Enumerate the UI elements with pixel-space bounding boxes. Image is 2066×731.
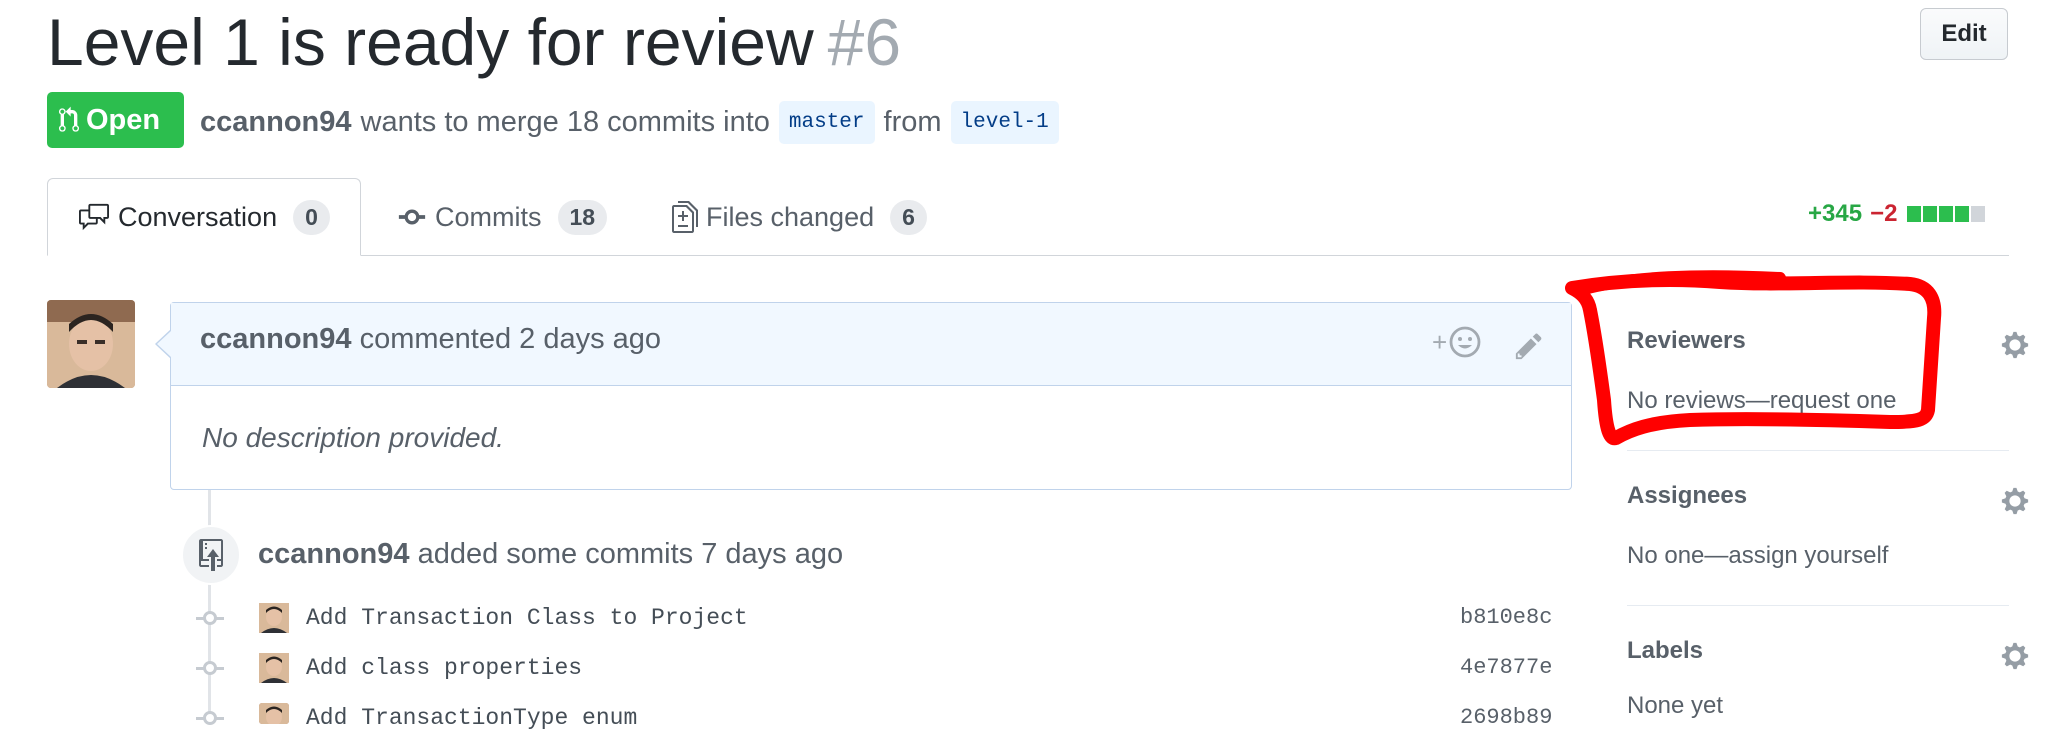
smiley-icon — [1449, 326, 1481, 358]
assignees-value[interactable]: No one—assign yourself — [1627, 542, 1888, 570]
sidebar-divider — [1627, 450, 2009, 451]
labels-value: None yet — [1627, 692, 1724, 719]
annotation-scribble — [1565, 270, 1942, 446]
reaction-plus: + — [1432, 326, 1448, 357]
reviewers-gear[interactable] — [2000, 330, 2030, 365]
base-branch[interactable]: master — [778, 100, 875, 144]
tab-commits[interactable]: Commits 18 — [397, 178, 608, 256]
pr-number: #6 — [827, 5, 902, 79]
git-pull-request-icon — [59, 106, 79, 132]
commit-avatar[interactable] — [259, 653, 289, 683]
commit-avatar-photo — [259, 703, 289, 724]
commit-message[interactable]: Add TransactionType enum — [306, 705, 637, 731]
pr-title-text: Level 1 is ready for review — [47, 5, 814, 79]
commit-sha[interactable]: b810e8c — [1460, 605, 1552, 630]
commit-message[interactable]: Add class properties — [306, 655, 582, 681]
diffstat-deletions: −2 — [1870, 200, 1898, 227]
user-photo — [47, 300, 135, 388]
sidebar-divider — [1627, 605, 2009, 606]
commit-sha[interactable]: 2698b89 — [1460, 705, 1552, 730]
assignees-gear[interactable] — [2000, 486, 2030, 521]
comment-body: No description provided. — [202, 422, 504, 453]
diffstat-block — [1907, 206, 1922, 222]
add-reaction-button[interactable]: + — [1432, 326, 1481, 358]
comment-header-text: ccannon94 commented 2 days ago — [200, 323, 661, 356]
commit-message[interactable]: Add Transaction Class to Project — [306, 605, 748, 631]
edit-comment-button[interactable] — [1514, 331, 1544, 366]
gear-icon — [2001, 331, 2029, 359]
pencil-icon — [1515, 333, 1542, 360]
diffstat: +345 −2 — [1808, 200, 1987, 228]
commit-dot — [203, 711, 217, 725]
status-badge: Open — [47, 92, 184, 148]
commit-dot — [203, 611, 217, 625]
merge-text: wants to merge 18 commits into — [360, 105, 770, 138]
tab-commits-label: Commits — [435, 201, 542, 232]
commit-avatar[interactable] — [259, 703, 289, 724]
push-badge — [181, 525, 241, 585]
push-action: added some commits 7 days ago — [417, 538, 844, 570]
avatar[interactable] — [47, 300, 135, 388]
author-link[interactable]: ccannon94 — [200, 106, 352, 139]
git-commit-icon — [398, 209, 426, 225]
diffstat-additions: +345 — [1808, 200, 1863, 227]
labels-gear[interactable] — [2000, 641, 2030, 676]
assignees-title[interactable]: Assignees — [1627, 482, 1747, 510]
diffstat-block — [1939, 206, 1954, 222]
pr-title: Level 1 is ready for review #6 — [47, 2, 901, 82]
commit-avatar[interactable] — [259, 603, 289, 633]
diffstat-block — [1923, 206, 1938, 222]
tab-conversation[interactable]: Conversation 0 — [47, 178, 361, 256]
gear-icon — [2001, 487, 2029, 515]
commit-dot — [203, 661, 217, 675]
tab-files-count: 6 — [890, 199, 927, 235]
repo-push-icon — [199, 539, 223, 571]
push-author[interactable]: ccannon94 — [258, 538, 410, 570]
tab-conversation-count: 0 — [293, 199, 330, 235]
labels-title[interactable]: Labels — [1627, 637, 1703, 665]
comment-discussion-icon — [79, 203, 109, 231]
from-text: from — [883, 105, 942, 138]
gear-icon — [2001, 642, 2029, 670]
edit-button[interactable]: Edit — [1920, 8, 2008, 60]
tab-conversation-label: Conversation — [118, 201, 278, 232]
diff-icon — [672, 201, 698, 233]
diffstat-block — [1971, 206, 1986, 222]
comment-arrow-inner — [157, 331, 171, 357]
comment-author[interactable]: ccannon94 — [200, 323, 352, 355]
head-branch[interactable]: level-1 — [950, 100, 1059, 144]
pr-meta: ccannon94 wants to merge 18 commits into… — [200, 96, 1068, 148]
commit-avatar-photo — [259, 653, 289, 683]
tab-files-label: Files changed — [706, 201, 875, 232]
comment-action[interactable]: commented 2 days ago — [360, 323, 661, 355]
status-label: Open — [86, 103, 161, 136]
tab-commits-count: 18 — [557, 199, 608, 235]
push-event-text: ccannon94 added some commits 7 days ago — [258, 538, 843, 571]
commit-avatar-photo — [259, 603, 289, 633]
tab-files-changed[interactable]: Files changed 6 — [672, 178, 927, 256]
diffstat-block — [1955, 206, 1970, 222]
commit-sha[interactable]: 4e7877e — [1460, 655, 1552, 680]
